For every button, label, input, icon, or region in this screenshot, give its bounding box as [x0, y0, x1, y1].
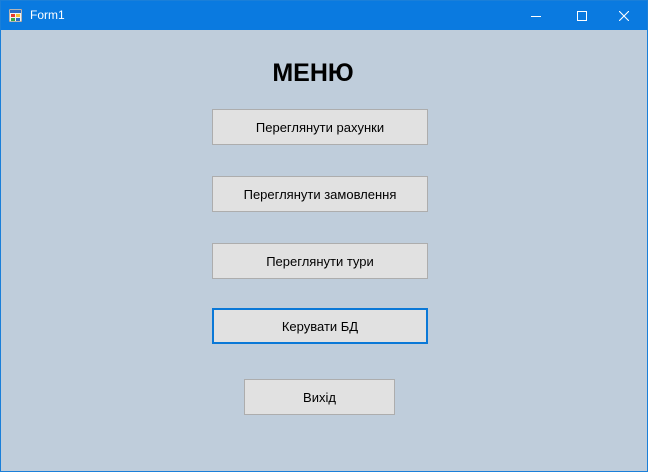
app-icon[interactable] — [8, 8, 23, 23]
window-title: Form1 — [30, 8, 65, 22]
form-client-area: МЕНЮ Переглянути рахунки Переглянути зам… — [1, 30, 647, 471]
exit-button[interactable]: Вихід — [244, 379, 395, 415]
maximize-icon — [577, 10, 587, 21]
minimize-icon — [531, 15, 541, 17]
maximize-button[interactable] — [559, 1, 605, 30]
view-orders-button[interactable]: Переглянути замовлення — [212, 176, 428, 212]
title-bar[interactable]: Form1 — [1, 1, 647, 30]
menu-title: МЕНЮ — [272, 59, 354, 87]
view-tours-button[interactable]: Переглянути тури — [212, 243, 428, 279]
manage-database-button[interactable]: Керувати БД — [212, 308, 428, 344]
form-window: Form1 МЕНЮ Переглянути рахунки Перегляну… — [0, 0, 648, 472]
close-button[interactable] — [601, 1, 647, 30]
view-invoices-button[interactable]: Переглянути рахунки — [212, 109, 428, 145]
close-icon — [619, 10, 629, 21]
minimize-button[interactable] — [513, 1, 559, 30]
